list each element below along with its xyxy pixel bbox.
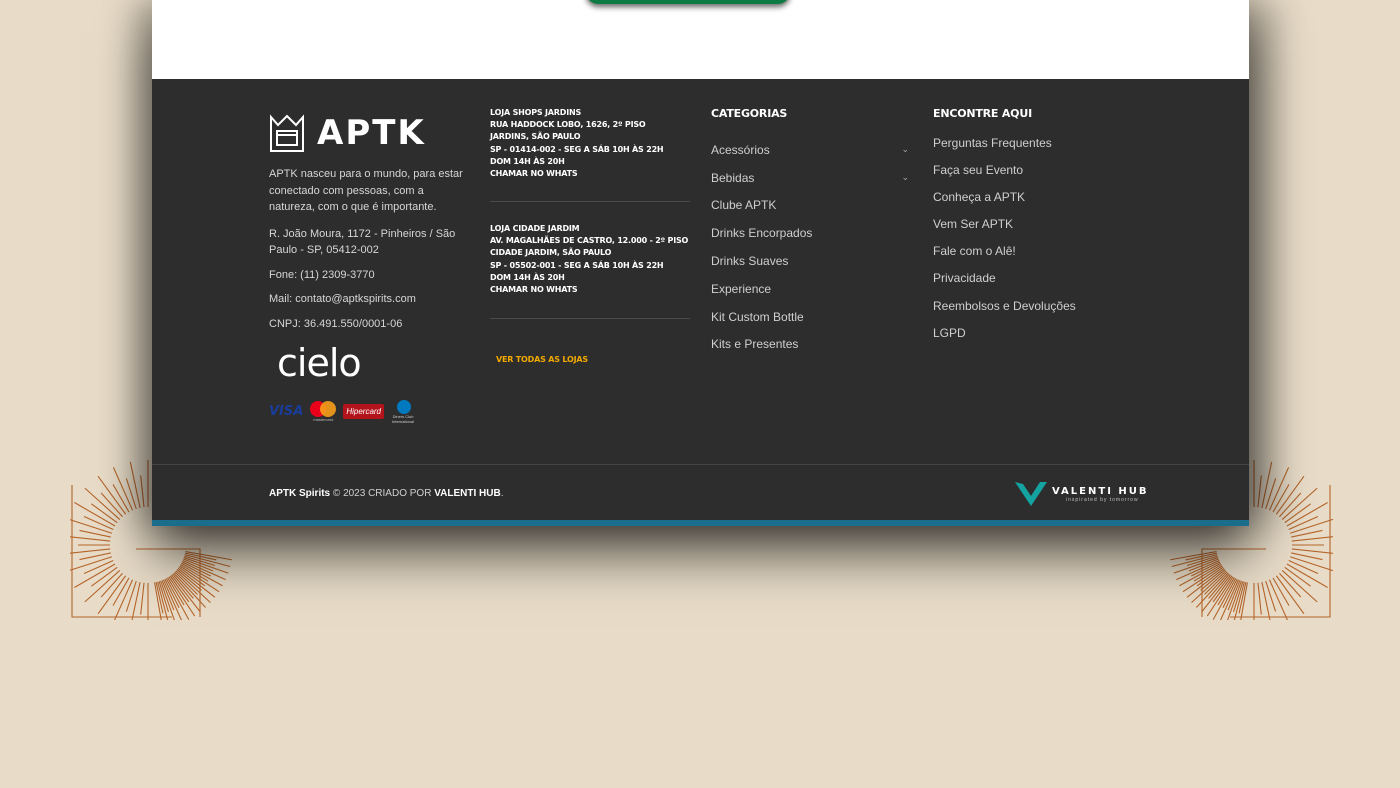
visa-logo: VISA — [269, 403, 304, 419]
store-divider — [490, 318, 690, 319]
category-item[interactable]: Kit Custom Bottle — [711, 303, 909, 331]
about-column: APTK nasceu para o mundo, para estar con… — [269, 166, 469, 340]
category-label: Kits e Presentes — [711, 337, 799, 352]
copyright-end: . — [500, 488, 504, 499]
store-1-whats-link[interactable]: Chamar no whats — [490, 168, 690, 180]
cielo-text: cielo — [277, 341, 362, 385]
copyright-agency-link[interactable]: VALENTI HUB — [434, 488, 500, 499]
green-button-edge[interactable] — [586, 0, 790, 4]
footer-link[interactable]: Conheça a APTK — [933, 190, 1133, 217]
about-description: APTK nasceu para o mundo, para estar con… — [269, 168, 463, 213]
mail-text[interactable]: Mail: contato@aptkspirits.com — [269, 291, 469, 308]
address-text: R. João Moura, 1172 - Pinheiros / São Pa… — [269, 227, 456, 257]
crown-box-icon — [270, 114, 304, 152]
brand-name: APTK — [317, 113, 426, 153]
footer-link[interactable]: Reembolsos e Devoluções — [933, 299, 1133, 326]
page-content-bottom — [152, 0, 1249, 79]
store-1-line: Rua Haddock Lobo, 1626, 2º piso — [490, 120, 646, 130]
find-here-title: Encontre Aqui — [933, 107, 1032, 120]
mastercard-label: mastercard — [313, 417, 334, 422]
valenti-hub-logo[interactable]: VALENTI HUB inspirated by tomorrow — [1014, 480, 1149, 508]
store-divider — [490, 201, 690, 202]
footer-accent-bar — [152, 520, 1249, 526]
store-2-line: Av. Magalhães de Castro, 12.000 - 2º pis… — [490, 236, 689, 246]
copyright-brand: APTK Spirits — [269, 488, 331, 499]
all-stores-link[interactable]: Ver todas as lojas — [496, 355, 588, 364]
site-footer: APTK APTK nasceu para o mundo, para esta… — [152, 79, 1249, 520]
footer-divider — [152, 464, 1249, 465]
cielo-logo: cielo — [277, 341, 362, 385]
diners-logo: Diners Club International — [388, 399, 418, 424]
valenti-name: VALENTI HUB — [1052, 485, 1149, 497]
payment-cards: VISA mastercard Hipercard Diners Club In… — [269, 399, 418, 424]
category-item[interactable]: Drinks Suaves — [711, 247, 909, 275]
copyright-text: 2023 CRIADO POR — [343, 488, 432, 499]
categories-title: Categorias — [711, 107, 788, 120]
store-2: Loja Cidade Jardim Av. Magalhães de Cast… — [490, 223, 690, 296]
footer-link[interactable]: Fale com o Alê! — [933, 244, 1133, 271]
footer-logo[interactable]: APTK — [269, 113, 426, 153]
copyright: APTK Spirits © 2023 CRIADO POR VALENTI H… — [269, 488, 503, 499]
category-label: Drinks Suaves — [711, 254, 789, 269]
footer-link[interactable]: Vem Ser APTK — [933, 217, 1133, 244]
hipercard-logo: Hipercard — [343, 403, 385, 419]
store-1: Loja Shops Jardins Rua Haddock Lobo, 162… — [490, 107, 690, 180]
phone-text[interactable]: Fone: (11) 2309-3770 — [269, 267, 469, 284]
category-label: Clube APTK — [711, 198, 777, 213]
store-1-line: Jardins, São Paulo — [490, 132, 581, 142]
copyright-icon: © — [332, 488, 341, 499]
valenti-tagline: inspirated by tomorrow — [1066, 496, 1139, 503]
category-label: Bebidas — [711, 170, 755, 185]
category-item[interactable]: Experience — [711, 275, 909, 303]
category-item[interactable]: Bebidas ⌄ — [711, 164, 909, 192]
store-2-name: Loja Cidade Jardim — [490, 224, 580, 233]
category-item[interactable]: Acessórios ⌄ — [711, 136, 909, 164]
mastercard-logo: mastercard — [307, 399, 339, 423]
store-2-line: Dom 14h às 20h — [490, 272, 565, 282]
store-2-whats-link[interactable]: Chamar no whats — [490, 284, 690, 296]
category-label: Kit Custom Bottle — [711, 309, 804, 324]
find-here-column: Encontre Aqui Perguntas Frequentes Faça … — [933, 107, 1133, 353]
store-2-line: SP - 05502-001 - Seg a Sáb 10h às 22h — [490, 260, 664, 270]
valenti-v-icon — [1015, 482, 1047, 506]
category-label: Drinks Encorpados — [711, 226, 813, 241]
chevron-down-icon[interactable]: ⌄ — [901, 144, 909, 155]
footer-link[interactable]: Faça seu Evento — [933, 163, 1133, 190]
store-1-line: Dom 14h às 20h — [490, 156, 565, 166]
category-item[interactable]: Clube APTK — [711, 192, 909, 220]
chevron-down-icon[interactable]: ⌄ — [901, 172, 909, 183]
store-1-line: SP - 01414-002 - Seg a Sáb 10h às 22h — [490, 144, 664, 154]
page-frame: APTK APTK nasceu para o mundo, para esta… — [152, 0, 1249, 526]
categories-column: Categorias Acessórios ⌄ Bebidas ⌄ Clube AP… — [711, 107, 909, 358]
category-label: Acessórios — [711, 142, 770, 157]
diners-label: Diners Club International — [392, 414, 415, 424]
store-1-name: Loja Shops Jardins — [490, 108, 582, 117]
cnpj-text: CNPJ: 36.491.550/0001-06 — [269, 317, 403, 330]
footer-link[interactable]: LGPD — [933, 326, 1133, 353]
category-item[interactable]: Drinks Encorpados — [711, 219, 909, 247]
footer-link[interactable]: Privacidade — [933, 271, 1133, 298]
category-item[interactable]: Kits e Presentes — [711, 331, 909, 359]
footer-link[interactable]: Perguntas Frequentes — [933, 136, 1133, 163]
category-label: Experience — [711, 281, 772, 296]
store-2-line: Cidade Jardim, São Paulo — [490, 248, 612, 258]
